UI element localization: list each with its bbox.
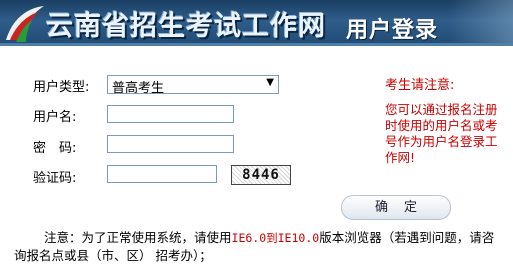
notice-title: 考生请注意: (385, 78, 455, 93)
captcha-image[interactable]: 8446 (231, 165, 291, 185)
captcha-input[interactable] (107, 165, 217, 183)
username-label: 用户名: (33, 110, 77, 125)
confirm-button[interactable]: 确定 (341, 195, 451, 220)
password-input[interactable] (107, 135, 234, 153)
user-type-select[interactable]: 普高考生 ▼ (107, 75, 279, 96)
captcha-label: 验证码: (33, 171, 77, 186)
site-title: 云南省招生考试工作网 (46, 11, 326, 42)
browser-notice: 注意：为了正常使用系统，请使用IE6.0到IE10.0版本浏览器（若遇到问题，请… (14, 229, 504, 264)
browser-notice-prefix: 注意：为了正常使用系统，请使用 (44, 230, 232, 245)
site-logo-icon (6, 6, 44, 42)
notice-body: 您可以通过报名注册时使用的用户名或考号作为用户名登录工作网! (385, 102, 498, 165)
browser-versions: IE6.0到IE10.0 (231, 231, 320, 245)
login-title: 用户登录 (336, 8, 446, 44)
password-label: 密 码: (33, 141, 77, 156)
banner-decoration (449, 0, 513, 46)
header-banner: 云南省招生考试工作网 用户登录 (0, 0, 513, 46)
user-type-label: 用户类型: (33, 80, 90, 95)
dropdown-arrow-icon[interactable]: ▼ (266, 77, 274, 88)
username-input[interactable] (107, 105, 234, 123)
user-type-selected-value: 普高考生 (112, 81, 165, 96)
